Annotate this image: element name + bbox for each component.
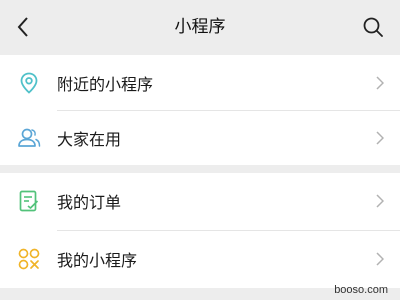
mini-program-grid-icon: [17, 247, 41, 271]
list-item-label: 大家在用: [57, 129, 122, 149]
list-item-nearby-mini-programs[interactable]: 附近的小程序: [0, 55, 400, 110]
list-item-label: 我的小程序: [57, 250, 138, 270]
back-button[interactable]: [8, 12, 38, 42]
location-pin-icon: [17, 71, 41, 95]
chevron-right-icon: [374, 130, 386, 146]
page-title: 小程序: [174, 17, 226, 37]
search-icon: [363, 17, 383, 37]
chevron-left-icon: [17, 17, 28, 37]
chevron-right-icon: [374, 251, 386, 267]
chevron-right-icon: [374, 75, 386, 91]
watermark: booso.com: [334, 284, 388, 296]
top-navigation-bar: 小程序: [0, 0, 400, 55]
my-group: 我的订单 我的小程序: [0, 173, 400, 288]
list-item-my-mini-programs[interactable]: 我的小程序: [0, 231, 400, 286]
search-button[interactable]: [358, 12, 388, 42]
users-icon: [17, 126, 41, 150]
list-item-label: 附近的小程序: [57, 74, 154, 94]
chevron-right-icon: [374, 193, 386, 209]
list-item-my-orders[interactable]: 我的订单: [0, 173, 400, 228]
order-list-icon: [17, 189, 41, 213]
list-item-popular[interactable]: 大家在用: [0, 110, 400, 165]
discover-group: 附近的小程序 大家在用: [0, 55, 400, 165]
list-item-label: 我的订单: [57, 192, 122, 212]
